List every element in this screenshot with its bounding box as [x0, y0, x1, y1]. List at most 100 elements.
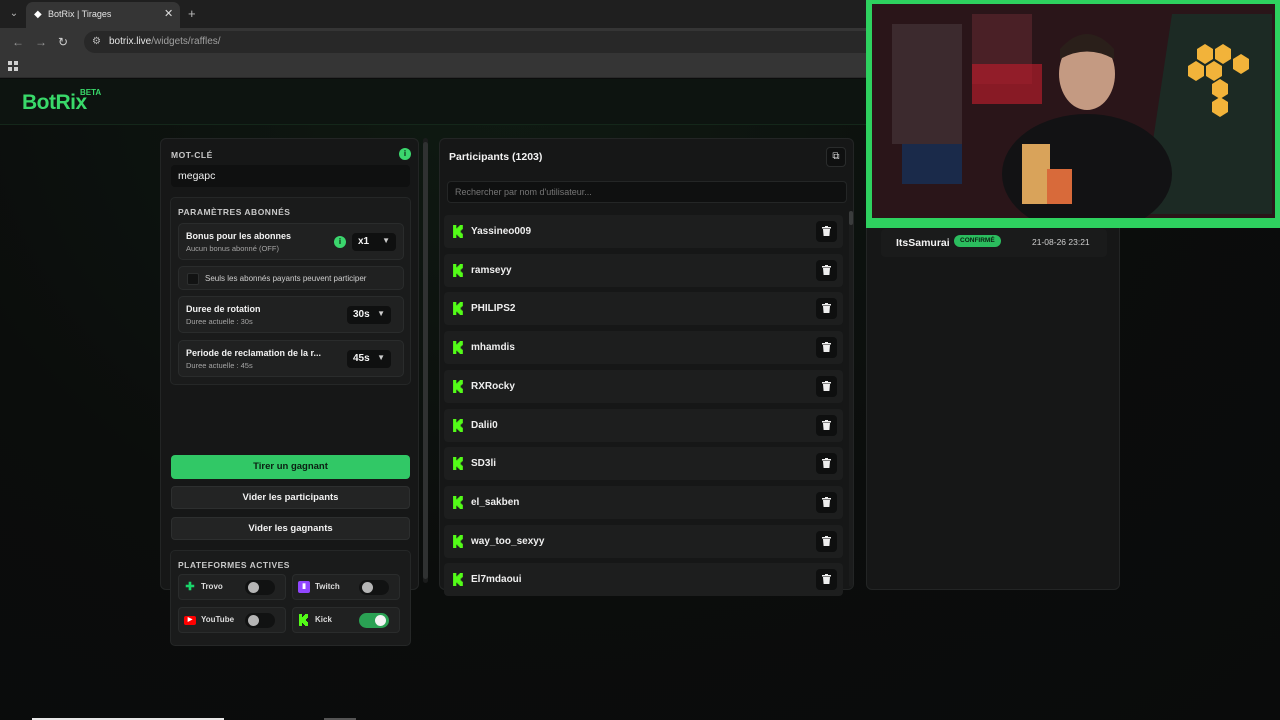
kick-icon: [453, 379, 463, 393]
keyword-title: MOT-CLÉ: [171, 150, 213, 160]
participant-name: PHILIPS2: [471, 303, 516, 315]
platform-youtube: ▶ YouTube: [178, 607, 286, 633]
subscriber-settings-title: PARAMÈTRES ABONNÉS: [178, 207, 291, 217]
rotation-subtitle: Duree actuelle : 30s: [186, 317, 253, 326]
url-text: botrix.live/widgets/raffles/: [109, 36, 221, 47]
forward-icon[interactable]: →: [35, 35, 47, 49]
delete-participant-button[interactable]: [816, 259, 837, 281]
browser-tab[interactable]: ◆ BotRix | Tirages ✕: [26, 2, 180, 28]
youtube-icon: ▶: [184, 616, 196, 625]
winner-status-badge: CONFIRMÉ: [954, 235, 1001, 247]
participant-row: RXRocky: [444, 369, 843, 403]
bonus-subtitle: Aucun bonus abonné (OFF): [186, 244, 279, 253]
twitch-icon: ▮: [298, 581, 310, 593]
claim-title: Periode de reclamation de la r...: [186, 348, 322, 358]
draw-winner-button[interactable]: Tirer un gagnant: [171, 455, 410, 479]
clear-participants-button[interactable]: Vider les participants: [171, 486, 410, 509]
kick-icon: [453, 225, 463, 238]
participant-name: El7mdaoui: [471, 574, 522, 586]
kick-icon: [453, 534, 463, 548]
trovo-icon: ✚: [185, 581, 195, 593]
platform-kick: Kick: [292, 607, 400, 633]
delete-participant-button[interactable]: [816, 337, 837, 359]
new-tab-icon[interactable]: +: [188, 6, 196, 21]
copy-icon[interactable]: ⧉: [826, 147, 846, 167]
paid-only-checkbox[interactable]: [187, 273, 199, 285]
kick-icon: [453, 573, 463, 587]
participant-row: Dalii0: [444, 408, 843, 442]
platforms-title: PLATEFORMES ACTIVES: [178, 560, 290, 570]
back-icon[interactable]: ←: [12, 35, 24, 49]
delete-participant-button[interactable]: [816, 221, 837, 242]
info-icon[interactable]: i: [399, 148, 411, 160]
kick-icon: [299, 614, 308, 626]
participant-name: ramseyy: [471, 264, 512, 276]
participant-list-scrollbar[interactable]: [849, 211, 853, 587]
claim-select[interactable]: 45s ▼: [347, 350, 391, 368]
delete-participant-button[interactable]: [816, 414, 837, 436]
participant-row: El7mdaoui: [444, 563, 843, 597]
settings-panel: MOT-CLÉ i megapc PARAMÈTRES ABONNÉS Bonu…: [160, 138, 419, 646]
apps-grid-icon[interactable]: [8, 61, 18, 71]
delete-participant-button[interactable]: [816, 453, 837, 475]
rotation-setting: Duree de rotation Duree actuelle : 30s 3…: [178, 296, 404, 333]
site-info-icon[interactable]: ⚙: [92, 36, 101, 47]
beta-label: BETA: [80, 88, 102, 97]
delete-participant-button[interactable]: [816, 569, 837, 591]
claim-setting: Periode de reclamation de la r... Duree …: [178, 340, 404, 377]
participant-row: ramseyy: [444, 253, 843, 287]
platform-trovo: ✚ Trovo: [178, 574, 286, 600]
platform-label: Kick: [315, 615, 332, 624]
paid-only-setting: Seuls les abonnés payants peuvent partic…: [178, 266, 404, 290]
platform-label: YouTube: [201, 615, 235, 624]
webcam-overlay: [866, 0, 1280, 228]
winner-date: 21-08-26 23:21: [1032, 237, 1090, 247]
winner-name: ItsSamurai: [896, 237, 950, 249]
botrix-favicon-icon: ◆: [34, 9, 42, 20]
tab-title: BotRix | Tirages: [48, 9, 112, 19]
chevron-down-icon: ▼: [377, 309, 385, 318]
participant-search-input[interactable]: [447, 181, 847, 203]
twitch-toggle[interactable]: [359, 580, 389, 595]
bonus-info-icon[interactable]: i: [334, 236, 346, 248]
kick-toggle[interactable]: [359, 613, 389, 628]
reload-icon[interactable]: ↻: [58, 35, 68, 49]
botrix-logo[interactable]: BotRix: [22, 91, 87, 115]
participant-name: Yassineo009: [471, 226, 532, 237]
participant-row: mhamdis: [444, 331, 843, 365]
participants-panel: Participants (1203) ⧉ Yassineo009 ramseyy…: [439, 138, 854, 597]
clear-winners-button[interactable]: Vider les gagnants: [171, 517, 410, 540]
rotation-title: Duree de rotation: [186, 304, 261, 314]
rotation-select[interactable]: 30s ▼: [347, 306, 391, 324]
tab-search-icon[interactable]: ⌄: [6, 6, 22, 22]
subscriber-settings: PARAMÈTRES ABONNÉS Bonus pour les abonne…: [170, 197, 411, 385]
chevron-down-icon: ▼: [382, 236, 390, 245]
participant-row: SD3li: [444, 447, 843, 481]
platform-label: Trovo: [201, 582, 223, 591]
paid-only-label: Seuls les abonnés payants peuvent partic…: [205, 274, 367, 283]
delete-participant-button[interactable]: [816, 491, 837, 513]
trovo-toggle[interactable]: [245, 580, 275, 595]
settings-scrollbar[interactable]: [423, 138, 428, 583]
delete-participant-button[interactable]: [816, 298, 837, 320]
delete-participant-button[interactable]: [816, 375, 837, 397]
participant-row: PHILIPS2: [444, 292, 843, 326]
participant-name: el_sakben: [471, 496, 520, 508]
url-bar[interactable]: ⚙ botrix.live/widgets/raffles/: [84, 31, 884, 53]
kick-icon: [453, 341, 463, 355]
participant-name: way_too_sexyy: [471, 535, 545, 547]
youtube-toggle[interactable]: [245, 613, 275, 628]
claim-subtitle: Duree actuelle : 45s: [186, 361, 253, 370]
keyword-input[interactable]: megapc: [171, 165, 410, 187]
platform-label: Twitch: [315, 582, 340, 591]
participant-row: way_too_sexyy: [444, 524, 843, 558]
kick-icon: [453, 263, 463, 277]
kick-icon: [453, 457, 463, 471]
bonus-select[interactable]: x1 ▼: [352, 233, 396, 251]
bonus-title: Bonus pour les abonnes: [186, 231, 292, 241]
delete-participant-button[interactable]: [816, 530, 837, 552]
platform-twitch: ▮ Twitch: [292, 574, 400, 600]
bonus-setting: Bonus pour les abonnes Aucun bonus abonn…: [178, 223, 404, 260]
kick-icon: [453, 418, 463, 432]
tab-close-icon[interactable]: ✕: [164, 7, 173, 20]
